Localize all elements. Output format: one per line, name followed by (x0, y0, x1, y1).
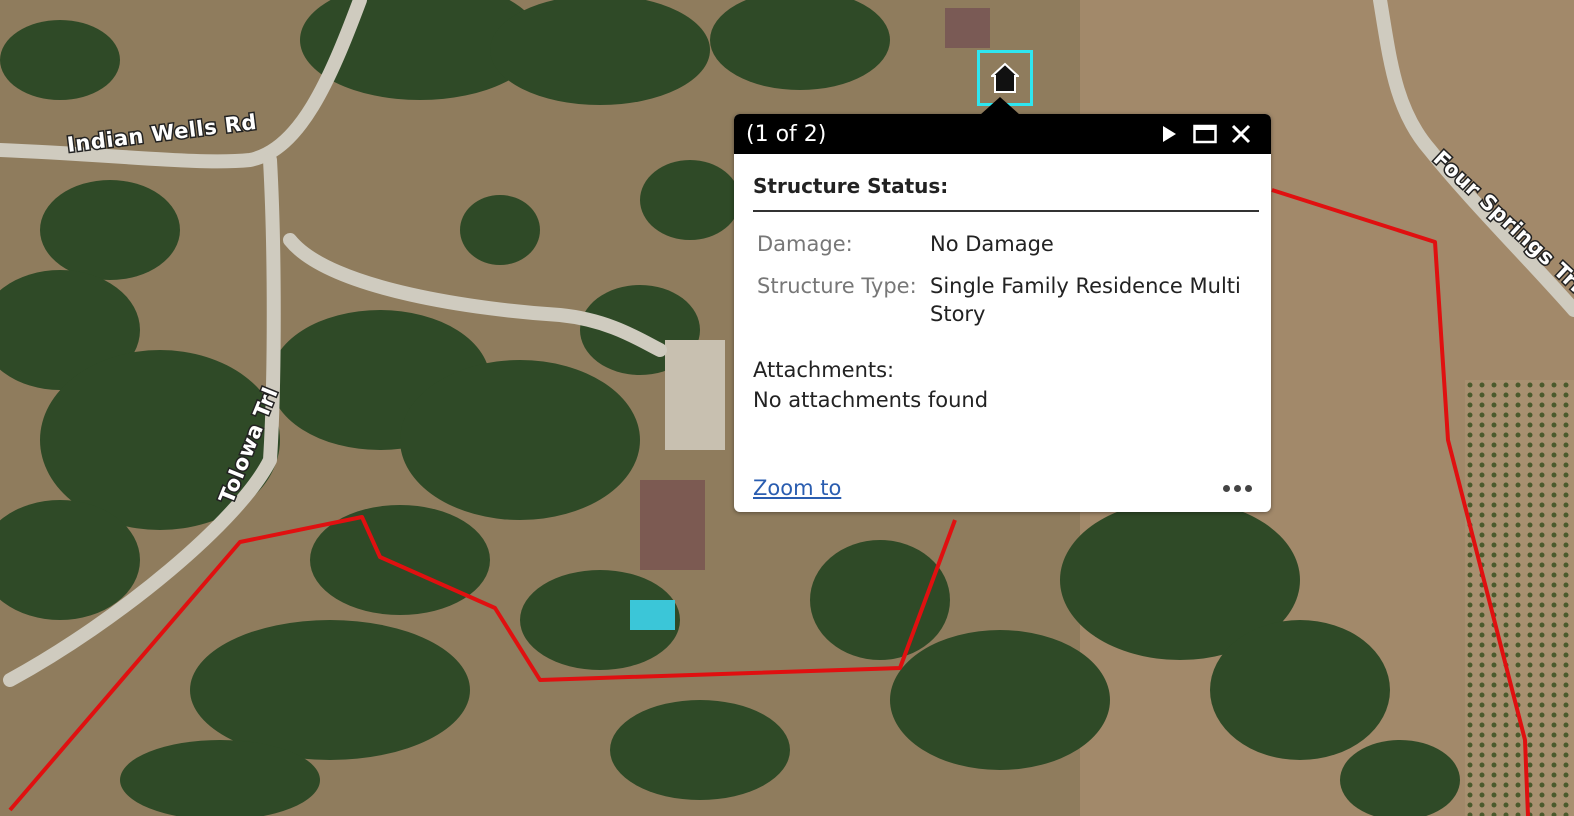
vineyard (1465, 380, 1574, 816)
maximize-button[interactable] (1187, 116, 1223, 152)
popup-header: (1 of 2) (734, 114, 1271, 154)
play-icon (1163, 126, 1176, 142)
attribute-row: Structure Type: Single Family Residence … (753, 268, 1259, 338)
house-icon (991, 62, 1019, 93)
ellipsis-dot (1245, 484, 1252, 492)
popup-footer: Zoom to (753, 476, 1252, 500)
attribute-value: No Damage (930, 232, 1054, 256)
attribute-label: Damage: (757, 232, 853, 256)
more-actions-button[interactable] (1223, 484, 1252, 492)
attachments-status: No attachments found (753, 388, 989, 412)
zoom-to-link[interactable]: Zoom to (753, 476, 841, 500)
popup-pointer (980, 97, 1020, 115)
attribute-table: Damage: No Damage Structure Type: Single… (753, 226, 1259, 338)
ellipsis-icon (1223, 484, 1230, 492)
next-feature-button[interactable] (1151, 116, 1187, 152)
section-title: Structure Status: (753, 174, 1259, 212)
close-icon (1231, 124, 1251, 144)
attribute-row: Damage: No Damage (753, 226, 1259, 268)
attribute-label: Structure Type: (757, 274, 917, 298)
popup-body: Structure Status: Damage: No Damage Stru… (734, 154, 1271, 412)
maximize-icon (1193, 124, 1217, 144)
attribute-value: Single Family Residence Multi Story (930, 274, 1241, 326)
close-button[interactable] (1223, 116, 1259, 152)
feature-popup: (1 of 2) Structure Status: Damage: No Da… (734, 114, 1271, 512)
attachments-label: Attachments: (753, 358, 895, 382)
popup-counter: (1 of 2) (746, 121, 827, 147)
ellipsis-dot (1234, 484, 1241, 492)
